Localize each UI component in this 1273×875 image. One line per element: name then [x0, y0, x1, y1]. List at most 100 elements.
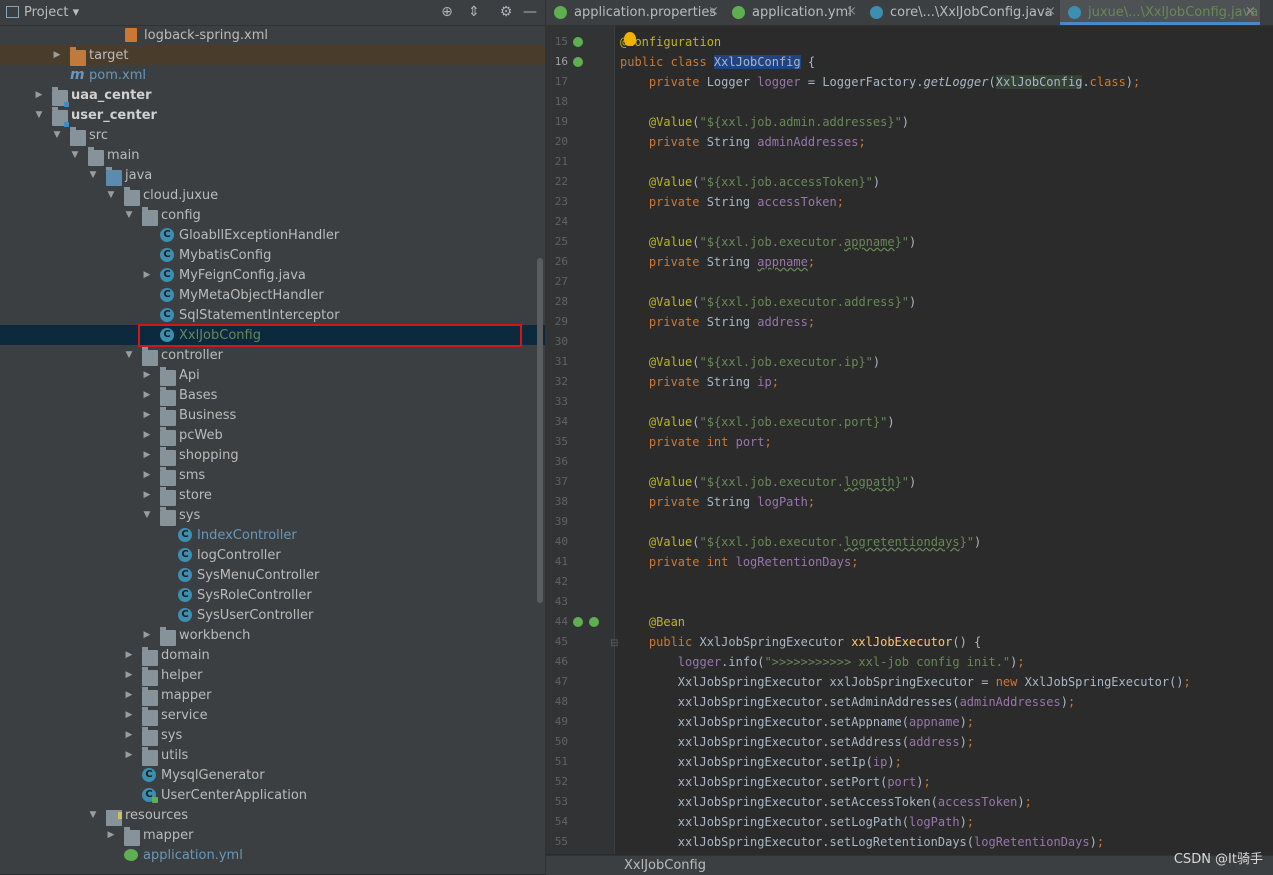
- chevron-right-icon[interactable]: ▶: [124, 669, 134, 681]
- chevron-down-icon[interactable]: ▼: [34, 109, 44, 121]
- package-icon: [142, 707, 158, 726]
- tree-item-application-yml[interactable]: application.yml: [0, 845, 545, 865]
- tree-item-sysrolecontroller[interactable]: C SysRoleController: [0, 585, 545, 605]
- close-icon[interactable]: ×: [708, 4, 719, 19]
- chevron-down-icon[interactable]: ▼: [124, 349, 134, 361]
- collapse-all-icon[interactable]: ⇕: [465, 3, 483, 21]
- tree-item-logcontroller[interactable]: ClogController: [0, 545, 545, 565]
- tree-item-workbench[interactable]: ▶ workbench: [0, 625, 545, 646]
- tree-item-logback-spring-xml[interactable]: logback-spring.xml: [0, 25, 545, 45]
- tree-item-mapper[interactable]: ▶ mapper: [0, 825, 545, 846]
- class-icon: C: [178, 588, 192, 602]
- chevron-right-icon[interactable]: ▶: [142, 409, 152, 421]
- project-scrollbar[interactable]: [537, 258, 543, 603]
- tree-item-service[interactable]: ▶ service: [0, 705, 545, 726]
- chevron-right-icon[interactable]: ▶: [124, 649, 134, 661]
- chevron-right-icon[interactable]: ▶: [106, 829, 116, 841]
- line-number: 30: [554, 335, 568, 348]
- tree-item-shopping[interactable]: ▶ shopping: [0, 445, 545, 466]
- chevron-down-icon[interactable]: ▼: [142, 509, 152, 521]
- chevron-right-icon[interactable]: ▶: [142, 389, 152, 401]
- tree-item-target[interactable]: ▶ target: [0, 45, 545, 66]
- line-number: 52: [554, 775, 568, 788]
- chevron-right-icon[interactable]: ▶: [142, 269, 152, 281]
- tree-item-sqlstatementinterceptor[interactable]: C SqlStatementInterceptor: [0, 305, 545, 325]
- tab-application-yml[interactable]: application.yml ×: [724, 0, 862, 25]
- fold-icon[interactable]: ⊟: [610, 638, 618, 649]
- tree-item-src[interactable]: ▼ src: [0, 125, 545, 146]
- code-area[interactable]: @Configuration public class XxlJobConfig…: [620, 26, 1273, 854]
- tree-item-mapper[interactable]: ▶ mapper: [0, 685, 545, 706]
- tree-item-mysqlgenerator[interactable]: C MysqlGenerator: [0, 765, 545, 785]
- tree-item-config[interactable]: ▼ config: [0, 205, 545, 226]
- tree-item-sys[interactable]: ▼ sys: [0, 505, 545, 526]
- chevron-right-icon[interactable]: ▶: [124, 749, 134, 761]
- spring-bean-icon[interactable]: [589, 617, 599, 627]
- spring-config-icon[interactable]: [573, 57, 583, 67]
- tree-item-sms[interactable]: ▶ sms: [0, 465, 545, 486]
- tree-item-usercenterapplication[interactable]: C UserCenterApplication: [0, 785, 545, 805]
- tree-item-sysusercontroller[interactable]: C SysUserController: [0, 605, 545, 625]
- tree-item-sysmenucontroller[interactable]: C SysMenuController: [0, 565, 545, 585]
- tree-item-main[interactable]: ▼ main: [0, 145, 545, 166]
- chevron-right-icon[interactable]: ▶: [142, 489, 152, 501]
- chevron-down-icon[interactable]: ▼: [70, 149, 80, 161]
- tree-item-mybatisconfig[interactable]: C MybatisConfig: [0, 245, 545, 265]
- tree-item-sys[interactable]: ▶ sys: [0, 725, 545, 746]
- tree-item-utils[interactable]: ▶ utils: [0, 745, 545, 766]
- chevron-right-icon[interactable]: ▶: [52, 49, 62, 61]
- tree-item-pom-xml[interactable]: m pom.xml: [0, 65, 545, 85]
- tree-item-uaa-center[interactable]: ▶ uaa_center: [0, 85, 545, 107]
- close-icon[interactable]: ×: [1245, 4, 1256, 19]
- tree-item-business[interactable]: ▶ Business: [0, 405, 545, 426]
- chevron-down-icon[interactable]: ▼: [124, 209, 134, 221]
- tree-item-domain[interactable]: ▶ domain: [0, 645, 545, 666]
- chevron-down-icon[interactable]: ▼: [106, 189, 116, 201]
- chevron-right-icon[interactable]: ▶: [142, 369, 152, 381]
- chevron-right-icon[interactable]: ▶: [124, 709, 134, 721]
- chevron-down-icon[interactable]: ▼: [88, 169, 98, 181]
- bean-navigate-icon[interactable]: [573, 617, 583, 627]
- spring-boot-class-icon: C: [142, 788, 158, 803]
- gear-icon[interactable]: ⚙: [497, 3, 515, 21]
- tree-item-myfeignconfig-java[interactable]: ▶ C MyFeignConfig.java: [0, 265, 545, 285]
- folder-excluded-icon: [70, 47, 86, 66]
- tab-juxue-xxljobconfig[interactable]: juxue\...\XxlJobConfig.java ×: [1060, 0, 1260, 25]
- chevron-down-icon[interactable]: ▼: [52, 129, 62, 141]
- tab-core-xxljobconfig[interactable]: core\...\XxlJobConfig.java ×: [862, 0, 1060, 25]
- line-number-gutter: 15 16 17 18 19 20 21 22 23 24 25 26 27 28 29 30 31 32 33 34…: [546, 26, 614, 854]
- tree-item-cloud-juxue[interactable]: ▼ cloud.juxue: [0, 185, 545, 206]
- tree-item-resources[interactable]: ▼ resources: [0, 805, 545, 826]
- tree-item-mymetaobjecthandler[interactable]: C MyMetaObjectHandler: [0, 285, 545, 305]
- tree-item-helper[interactable]: ▶ helper: [0, 665, 545, 686]
- tree-item-store[interactable]: ▶ store: [0, 485, 545, 506]
- chevron-right-icon[interactable]: ▶: [142, 429, 152, 441]
- chevron-right-icon[interactable]: ▶: [34, 89, 44, 101]
- tree-item-pcweb[interactable]: ▶ pcWeb: [0, 425, 545, 446]
- project-view-selector[interactable]: Project ▾: [24, 5, 79, 20]
- line-number: 50: [554, 735, 568, 748]
- tree-item-gloabllexceptionhandler[interactable]: C GloabllExceptionHandler: [0, 225, 545, 245]
- chevron-right-icon[interactable]: ▶: [142, 469, 152, 481]
- chevron-right-icon[interactable]: ▶: [124, 689, 134, 701]
- tree-item-java[interactable]: ▼ java: [0, 165, 545, 186]
- tree-item-indexcontroller[interactable]: C IndexController: [0, 525, 545, 545]
- chevron-right-icon[interactable]: ▶: [124, 729, 134, 741]
- tab-application-properties[interactable]: application.properties ×: [546, 0, 724, 25]
- chevron-right-icon[interactable]: ▶: [142, 449, 152, 461]
- lightbulb-icon[interactable]: [624, 32, 636, 46]
- spring-bean-icon[interactable]: [573, 37, 583, 47]
- package-icon: [124, 187, 140, 206]
- tree-item-user-center[interactable]: ▼ user_center: [0, 105, 545, 127]
- close-icon[interactable]: ×: [846, 4, 857, 19]
- tree-item-controller[interactable]: ▼ controller: [0, 345, 545, 366]
- locate-icon[interactable]: ⊕: [438, 3, 456, 21]
- close-icon[interactable]: ×: [1045, 4, 1056, 19]
- tree-item-api[interactable]: ▶ Api: [0, 365, 545, 386]
- hide-panel-icon[interactable]: —: [521, 3, 539, 21]
- breadcrumb[interactable]: XxlJobConfig: [624, 858, 706, 873]
- chevron-right-icon[interactable]: ▶: [142, 629, 152, 641]
- chevron-down-icon[interactable]: ▼: [88, 809, 98, 821]
- tree-item-bases[interactable]: ▶ Bases: [0, 385, 545, 406]
- line-number: 53: [554, 795, 568, 808]
